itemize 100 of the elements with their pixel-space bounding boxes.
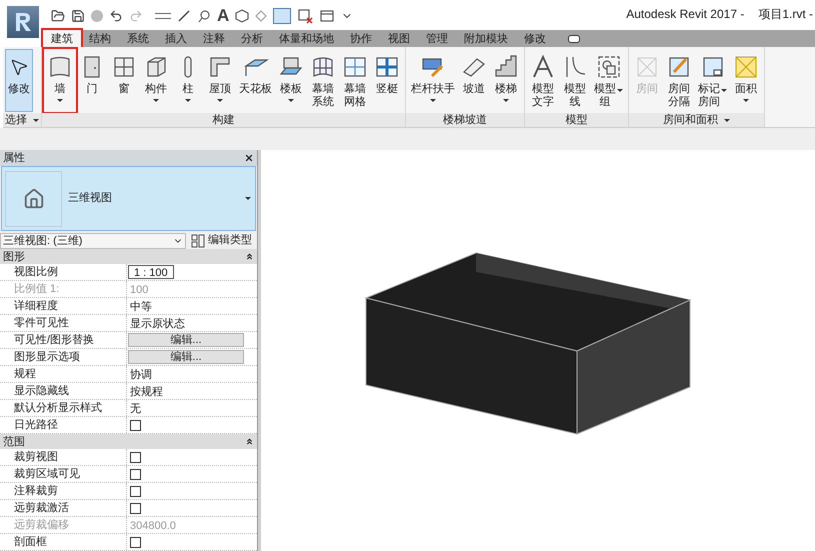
property-label: 图形显示选项 xyxy=(0,349,127,365)
checkbox[interactable] xyxy=(130,503,141,514)
ribbon-tool-button[interactable]: 窗 xyxy=(108,49,140,112)
checkbox[interactable] xyxy=(130,486,141,497)
checkbox[interactable] xyxy=(130,469,141,480)
edit-type-button[interactable]: 编辑类型 xyxy=(191,232,252,249)
caret-icon xyxy=(721,89,727,92)
open-icon[interactable] xyxy=(51,8,65,22)
ribbon-tool-button[interactable]: 模型 文字 xyxy=(527,49,559,112)
checkbox[interactable] xyxy=(130,452,141,463)
ribbon-tool-button[interactable]: 墙 xyxy=(44,49,76,112)
property-label: 远剪裁偏移 xyxy=(0,517,127,533)
checkbox[interactable] xyxy=(130,420,141,431)
ribbon-tab[interactable]: 建筑 xyxy=(43,30,81,47)
ribbon-tool-button[interactable]: 面积 xyxy=(730,49,762,112)
ribbon-tool-button[interactable]: 模型 组 xyxy=(591,49,626,112)
ribbon-tool-button[interactable]: 幕墙 系统 xyxy=(307,49,339,112)
ribbon-tool-button[interactable]: 楼梯 xyxy=(490,49,522,112)
property-label: 注释裁剪 xyxy=(0,483,127,499)
panel-title: 模型 xyxy=(566,114,588,126)
ribbon-tool-button[interactable]: 楼板 xyxy=(275,49,307,112)
type-selector[interactable]: 三维视图 xyxy=(1,166,256,232)
panel-title: 构建 xyxy=(212,114,234,126)
ribbon-tool-button[interactable]: 修改 xyxy=(5,49,33,112)
ribbon-tool-button[interactable]: 栏杆扶手 xyxy=(408,49,458,112)
property-label: 视图比例 xyxy=(0,264,127,280)
group-header[interactable]: 范围 xyxy=(0,434,257,449)
type-name: 三维视图 xyxy=(68,190,113,206)
group-title: 图形 xyxy=(3,250,25,264)
scale-input-field[interactable]: 1 : 100 xyxy=(128,265,174,279)
group-title: 范围 xyxy=(3,434,25,448)
ribbon-tab[interactable]: 视图 xyxy=(380,30,418,47)
checkbox[interactable] xyxy=(130,537,141,548)
edit-button[interactable]: 编辑... xyxy=(128,350,244,364)
property-value: 协调 xyxy=(129,368,153,381)
caret-icon xyxy=(217,99,223,102)
edit-type-icon xyxy=(191,234,205,248)
ribbon-tab[interactable]: 分析 xyxy=(233,30,271,47)
window-title: Autodesk Revit 2017 - xyxy=(626,6,744,23)
ribbon-tool-button[interactable]: 幕墙 网格 xyxy=(339,49,371,112)
ribbon-tool-button[interactable]: 构件 xyxy=(140,49,172,112)
property-value: 100 xyxy=(129,283,150,296)
ribbon-tab[interactable]: 插入 xyxy=(157,30,195,47)
property-value: 无 xyxy=(129,402,142,415)
ribbon-tab[interactable]: 结构 xyxy=(81,30,119,47)
close-windows-icon[interactable] xyxy=(297,8,314,24)
undo-icon[interactable] xyxy=(109,8,123,22)
group-header[interactable]: 图形 xyxy=(0,249,257,264)
property-value: 显示原状态 xyxy=(129,316,186,330)
ribbon-tab[interactable]: 系统 xyxy=(119,30,157,47)
property-label: 裁剪视图 xyxy=(0,449,127,465)
caret-icon xyxy=(617,89,623,92)
caret-icon xyxy=(430,99,436,102)
panel-title: 房间和面积 xyxy=(663,114,718,126)
edit-button[interactable]: 编辑... xyxy=(128,333,244,347)
panel-title: 选择 xyxy=(5,114,27,126)
property-label: 可见性/图形替换 xyxy=(0,332,127,348)
collapse-icon[interactable] xyxy=(245,252,254,261)
caret-icon xyxy=(743,99,749,102)
property-label: 日光路径 xyxy=(0,417,127,433)
ribbon-tool-button[interactable]: 柱 xyxy=(172,49,204,112)
ribbon-tool-button[interactable]: 模型 线 xyxy=(559,49,591,112)
ribbon-tab[interactable]: 协作 xyxy=(342,30,380,47)
caret-icon xyxy=(724,118,730,122)
text-tool-button[interactable]: A xyxy=(217,7,230,24)
ribbon-tab[interactable]: 附加模块 xyxy=(456,30,516,47)
property-label: 显示隐藏线 xyxy=(0,383,127,399)
save-icon[interactable] xyxy=(71,8,85,22)
property-value: 中等 xyxy=(129,300,153,313)
caret-icon xyxy=(33,118,39,122)
ribbon-tab[interactable]: 修改 xyxy=(516,30,554,47)
collapse-icon[interactable] xyxy=(245,437,254,446)
property-label: 默认分析显示样式 xyxy=(0,400,127,416)
area-icon xyxy=(733,54,759,80)
switch-windows-icon[interactable] xyxy=(319,8,336,24)
ribbon-tab[interactable]: 注释 xyxy=(195,30,233,47)
ribbon-tab[interactable]: 体量和场地 xyxy=(271,30,342,47)
ribbon-tool-button[interactable]: 竖梃 xyxy=(371,49,403,112)
group-icon xyxy=(596,54,622,80)
panel-title: 属性 xyxy=(3,150,25,165)
ribbon-tool-button[interactable]: 屋顶 xyxy=(204,49,236,112)
ribbon-tool-button[interactable]: 标记 房间 xyxy=(695,49,730,112)
instance-dropdown[interactable]: 三维视图: (三维) xyxy=(0,232,186,249)
caret-icon xyxy=(245,197,251,200)
ribbon-tool-button[interactable]: 门 xyxy=(76,49,108,112)
house-icon xyxy=(22,188,44,210)
app-logo-button[interactable] xyxy=(7,6,39,38)
property-value: 按规程 xyxy=(129,385,164,398)
caret-icon xyxy=(185,99,191,102)
ribbon-tool-button[interactable]: 房间 分隔 xyxy=(663,49,695,112)
ribbon-tool-button[interactable]: 坡道 xyxy=(458,49,490,112)
ribbon-tab[interactable]: 管理 xyxy=(418,30,456,47)
property-label: 详细程度 xyxy=(0,298,127,314)
property-label: 规程 xyxy=(0,366,127,382)
file-name: 项目1.rvt - xyxy=(758,6,813,23)
close-icon[interactable] xyxy=(244,152,254,163)
pointer-icon xyxy=(9,57,29,77)
ribbon-tool-button[interactable]: 天花板 xyxy=(236,49,275,112)
r-logo-icon xyxy=(13,11,33,33)
property-label: 剖面框 xyxy=(0,534,127,550)
